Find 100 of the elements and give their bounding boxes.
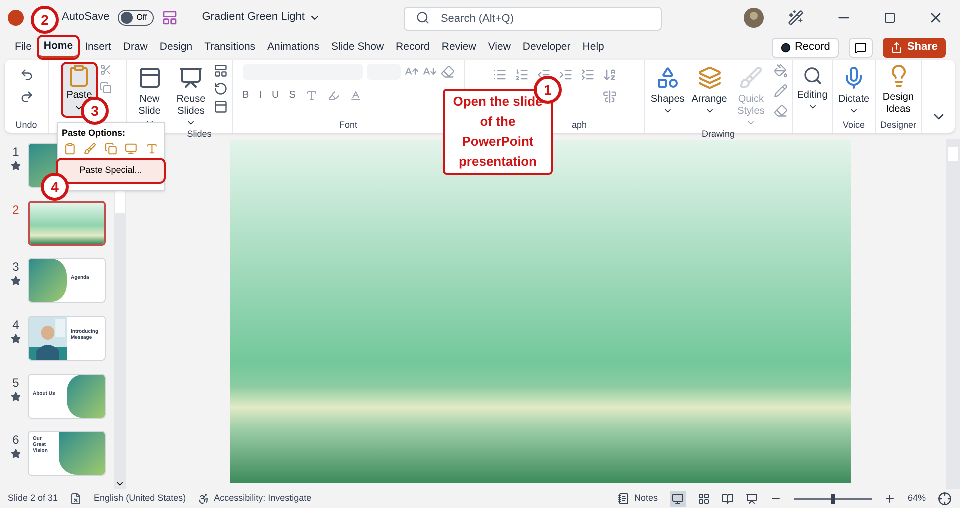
section-icon[interactable] — [214, 100, 228, 114]
fill-icon[interactable] — [774, 64, 788, 78]
ribbon-tab[interactable]: File — [10, 37, 37, 58]
ribbon-tab[interactable]: Insert — [80, 37, 116, 58]
zoom-percent[interactable]: 64% — [908, 492, 926, 506]
effects-icon[interactable] — [774, 104, 788, 118]
brush-icon — [739, 66, 764, 90]
slider-thumb[interactable] — [830, 494, 835, 504]
presentation-icon — [179, 66, 204, 90]
group-label: Designer — [880, 119, 917, 132]
ribbon-tab[interactable]: Help — [578, 37, 610, 58]
font-color-icon[interactable] — [350, 90, 362, 102]
line-spacing-icon[interactable] — [580, 68, 594, 82]
comments-button[interactable] — [849, 38, 874, 58]
slide-number: 6 — [12, 432, 20, 450]
format-button[interactable]: B — [242, 88, 250, 103]
search-icon — [416, 10, 430, 24]
reset-icon[interactable] — [214, 82, 228, 96]
group-label: Font — [339, 119, 358, 132]
notes-icon — [618, 492, 630, 504]
comment-icon — [855, 42, 868, 54]
slideshow-icon[interactable] — [746, 492, 758, 504]
group-label: Voice — [842, 119, 866, 132]
menu-heading: Paste Options: — [61, 127, 127, 138]
paste-option-icon[interactable] — [84, 141, 97, 157]
indent-icon[interactable] — [558, 68, 572, 82]
group-label: Undo — [16, 119, 38, 132]
slide-count: Slide 2 of 31 — [8, 492, 58, 505]
normal-view-icon[interactable] — [670, 490, 686, 506]
share-button[interactable]: Share — [883, 38, 946, 58]
text-direction-icon[interactable] — [602, 68, 616, 82]
copy-icon[interactable] — [100, 82, 112, 94]
ribbon-tab[interactable]: View — [483, 37, 516, 58]
paste-option-icon[interactable] — [104, 141, 118, 157]
paste-option-icon[interactable] — [64, 141, 76, 157]
shapes-icon — [656, 66, 680, 90]
step-number-badge: 2 — [31, 6, 59, 34]
dictate-button[interactable]: Dictate — [837, 64, 871, 116]
highlight-icon[interactable] — [328, 90, 340, 102]
new-slide-button[interactable]: New Slide — [131, 64, 168, 128]
reading-view-icon[interactable] — [722, 492, 734, 504]
restore-icon[interactable] — [884, 12, 896, 24]
spacing-icon[interactable] — [306, 90, 318, 102]
ribbon-tab[interactable]: Record — [391, 37, 435, 58]
fit-slide-icon[interactable] — [938, 492, 952, 506]
shapes-button[interactable]: Shapes — [649, 64, 687, 116]
slide-number: 3 — [12, 259, 20, 276]
step-number-badge: 4 — [41, 173, 69, 201]
scrollbar-thumb[interactable] — [115, 189, 125, 213]
ribbon-tab[interactable]: Draw — [118, 37, 153, 58]
align-text-icon[interactable] — [602, 90, 616, 104]
group-label: aph — [572, 119, 588, 132]
undo-icon[interactable] — [20, 68, 34, 82]
search-field[interactable]: Search (Alt+Q) — [404, 6, 662, 30]
numbering-icon[interactable] — [514, 68, 528, 82]
ribbon-tab[interactable]: Review — [436, 37, 482, 58]
ribbon-tab[interactable]: Slide Show — [326, 37, 390, 58]
reuse-slides-button[interactable]: Reuse Slides — [172, 64, 210, 128]
outline-icon[interactable] — [774, 84, 788, 98]
ribbon-tab[interactable]: Developer — [518, 37, 576, 58]
group-label: Drawing — [702, 128, 735, 141]
zoom-in-icon[interactable] — [884, 492, 896, 504]
file-name-button[interactable]: Gradient Green Light — [202, 9, 321, 26]
slide-icon — [138, 66, 162, 90]
accessibility-status[interactable]: Accessibility: Investigate — [214, 492, 312, 506]
editing-button[interactable]: Editing — [797, 64, 828, 112]
record-button[interactable]: Record — [772, 38, 840, 58]
clear-format-icon[interactable] — [440, 65, 454, 79]
avatar[interactable] — [744, 8, 764, 28]
layers-icon — [698, 66, 722, 90]
ribbon-tab[interactable]: Animations — [262, 37, 324, 58]
paste-special-item[interactable]: Paste Special... — [58, 160, 164, 182]
autosave-toggle[interactable]: Off — [118, 10, 154, 26]
share-icon — [891, 42, 904, 54]
format-button[interactable]: I — [259, 88, 262, 103]
design-ideas-button[interactable]: Design Ideas — [880, 64, 917, 116]
search-icon — [802, 66, 822, 86]
paste-option-icon[interactable] — [125, 141, 138, 157]
redo-icon[interactable] — [20, 90, 34, 104]
pen-icon[interactable] — [788, 10, 804, 26]
ribbon-tab[interactable]: Design — [154, 37, 198, 58]
slide-number: 2 — [12, 202, 20, 219]
slide-thumbnail[interactable] — [28, 200, 106, 246]
ribbon-tab[interactable]: Transitions — [200, 37, 261, 58]
arrange-button[interactable]: Arrange — [690, 64, 728, 116]
format-button[interactable]: S — [289, 88, 296, 103]
language-label[interactable]: English (United States) — [94, 492, 186, 506]
cut-icon[interactable] — [100, 64, 112, 76]
slide-number: 5 — [12, 374, 20, 392]
spelling-icon[interactable] — [70, 492, 82, 504]
accessibility-icon[interactable] — [198, 492, 210, 504]
slide-number: 1 — [12, 144, 20, 161]
notes-button[interactable]: Notes — [618, 492, 658, 506]
bullets-icon[interactable] — [492, 68, 506, 82]
sorter-view-icon[interactable] — [698, 492, 710, 504]
format-button[interactable]: U — [272, 88, 280, 103]
slide-number: 4 — [12, 317, 20, 334]
ribbon-tab[interactable]: Home — [38, 37, 78, 58]
layout-icon[interactable] — [214, 64, 228, 78]
scrollbar-thumb[interactable] — [948, 147, 958, 161]
